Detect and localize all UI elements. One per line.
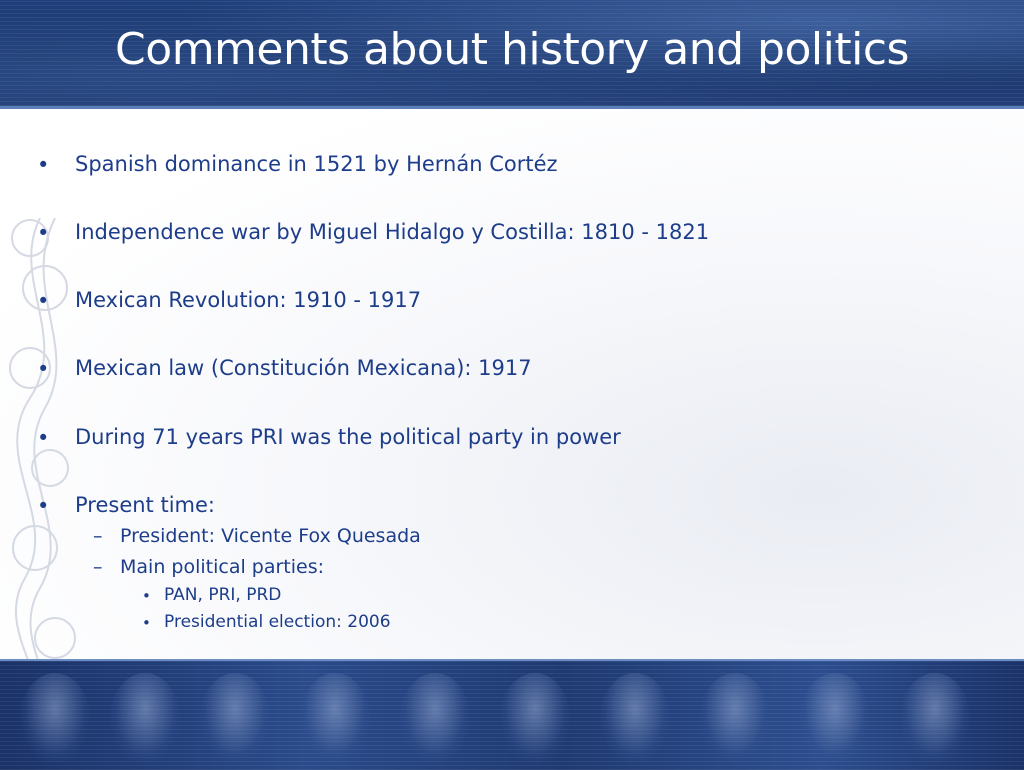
- decorative-face: [400, 673, 470, 763]
- bullet-marker: •: [37, 289, 50, 313]
- decorative-face: [500, 673, 570, 763]
- footer-photo-band: [0, 659, 1024, 770]
- dash-marker: –: [93, 525, 103, 547]
- decorative-face: [110, 673, 180, 763]
- slide-content: • Spanish dominance in 1521 by Hernán Co…: [0, 109, 1024, 768]
- decorative-face: [20, 673, 90, 763]
- bullet-mexican-revolution: Mexican Revolution: 1910 - 1917: [75, 288, 422, 312]
- bullet-independence-war: Independence war by Miguel Hidalgo y Cos…: [75, 220, 710, 244]
- decorative-face: [600, 673, 670, 763]
- bullet-marker: •: [37, 494, 50, 518]
- bullet-marker: •: [142, 614, 151, 632]
- bullet-spanish-dominance: Spanish dominance in 1521 by Hernán Cort…: [75, 152, 558, 176]
- header-band: Comments about history and politics: [0, 0, 1024, 109]
- bullet-pri-power: During 71 years PRI was the political pa…: [75, 425, 621, 449]
- slide-title: Comments about history and politics: [115, 24, 909, 75]
- dash-marker: –: [93, 556, 103, 578]
- sub-bullet-president: President: Vicente Fox Quesada: [120, 525, 421, 547]
- sub-sub-bullet-election: Presidential election: 2006: [164, 612, 391, 632]
- bullet-mexican-law: Mexican law (Constitución Mexicana): 191…: [75, 356, 532, 380]
- decorative-face: [900, 673, 970, 763]
- bullet-marker: •: [37, 221, 50, 245]
- sub-bullet-parties: Main political parties:: [120, 556, 325, 578]
- decorative-face: [200, 673, 270, 763]
- sub-sub-bullet-party-list: PAN, PRI, PRD: [164, 585, 282, 605]
- decorative-face: [300, 673, 370, 763]
- decorative-face: [800, 673, 870, 763]
- bullet-marker: •: [37, 357, 50, 381]
- decorative-face: [700, 673, 770, 763]
- bullet-marker: •: [37, 426, 50, 450]
- bullet-marker: •: [37, 153, 50, 177]
- bullet-present-time: Present time:: [75, 493, 215, 517]
- bullet-marker: •: [142, 587, 151, 605]
